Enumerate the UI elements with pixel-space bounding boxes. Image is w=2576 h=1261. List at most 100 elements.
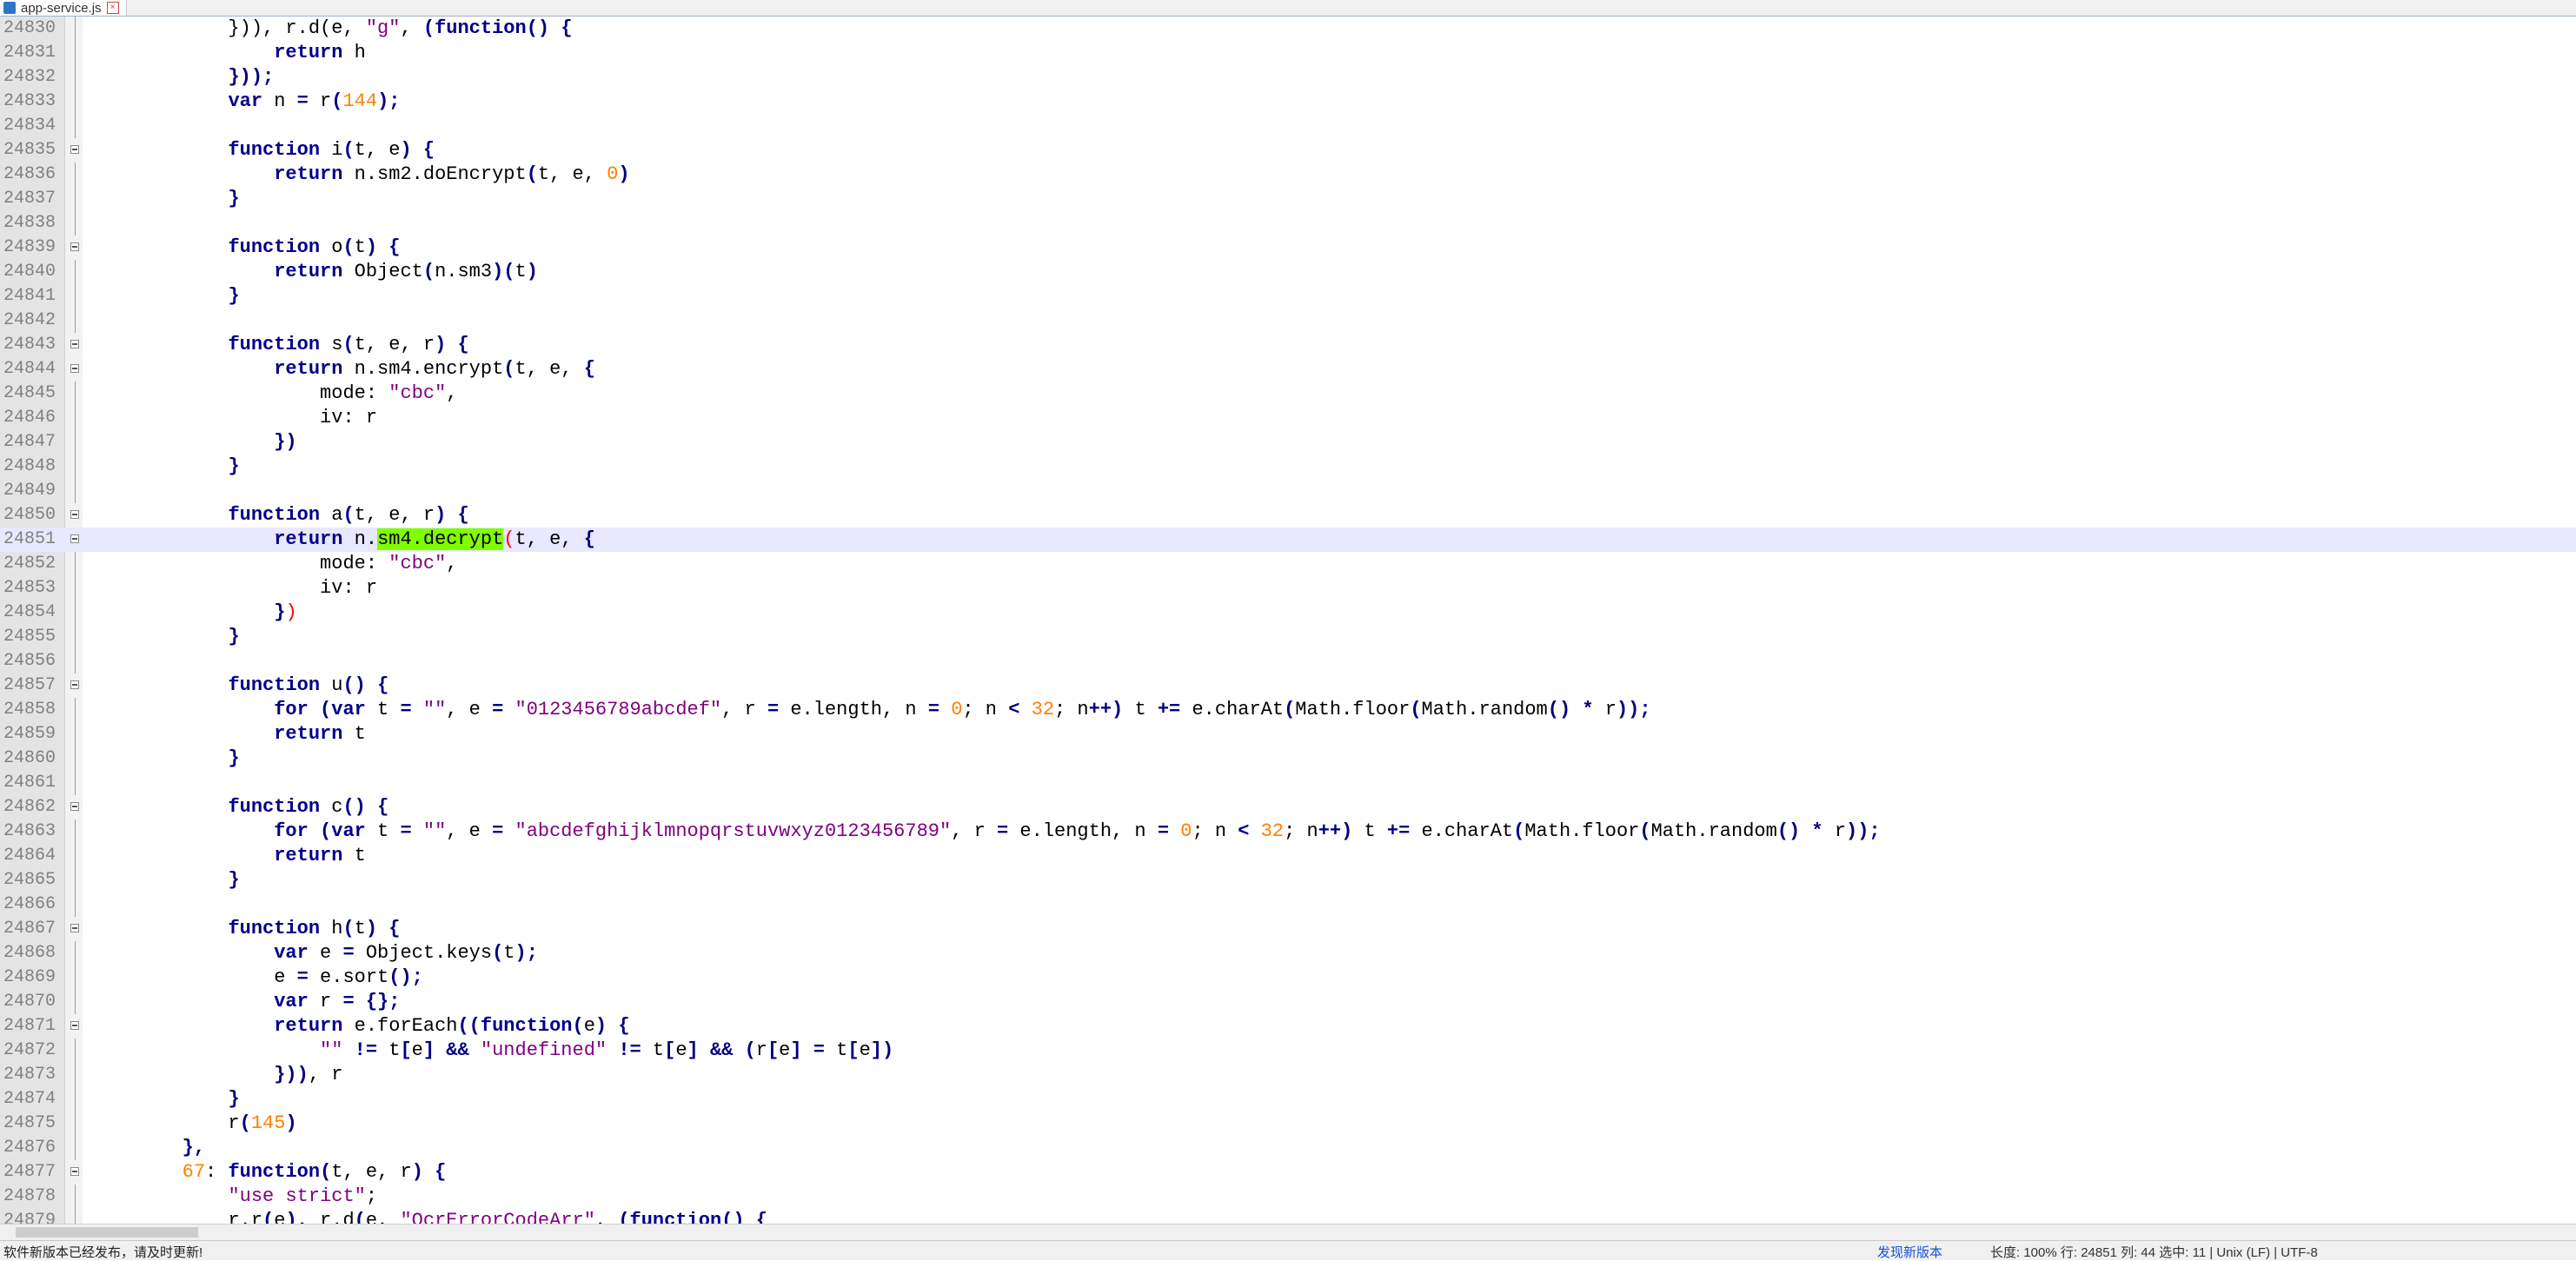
fold-toggle-icon[interactable] xyxy=(70,242,79,251)
code-line[interactable]: 24878 "use strict"; xyxy=(0,1185,2576,1209)
fold-toggle-icon[interactable] xyxy=(70,534,79,543)
code-line[interactable]: 24876 }, xyxy=(0,1136,2576,1160)
code-line[interactable]: 24867 function h(t) { xyxy=(0,917,2576,941)
code-line[interactable]: 24840 return Object(n.sm3)(t) xyxy=(0,260,2576,284)
code-line[interactable]: 24854 }) xyxy=(0,601,2576,625)
code-line[interactable]: 24847 }) xyxy=(0,430,2576,455)
fold-guide xyxy=(75,1063,76,1087)
line-number: 24840 xyxy=(3,262,56,282)
tab-app-service[interactable]: app-service.js × xyxy=(0,0,127,16)
code-line[interactable]: 24844 return n.sm4.encrypt(t, e, { xyxy=(0,357,2576,382)
code-text: iv: r xyxy=(90,407,378,428)
code-line[interactable]: 24845 mode: "cbc", xyxy=(0,382,2576,406)
line-number: 24830 xyxy=(3,18,56,38)
code-text: } xyxy=(228,747,240,769)
code-line[interactable]: 24863 for (var t = "", e = "abcdefghijkl… xyxy=(0,820,2576,844)
code-line[interactable]: 24830 })), r.d(e, "g", (function() { xyxy=(0,17,2576,41)
code-line[interactable]: 24877 67: function(t, e, r) { xyxy=(0,1160,2576,1185)
code-line[interactable]: 24843 function s(t, e, r) { xyxy=(0,333,2576,357)
line-number: 24865 xyxy=(3,870,56,890)
code-line[interactable]: 24860 } xyxy=(0,747,2576,771)
line-number: 24870 xyxy=(3,992,56,1012)
code-line[interactable]: 24864 return t xyxy=(0,844,2576,868)
code-line[interactable]: 24839 function o(t) { xyxy=(0,236,2576,260)
code-line[interactable]: 24852 mode: "cbc", xyxy=(0,552,2576,576)
code-line[interactable]: 24850 function a(t, e, r) { xyxy=(0,503,2576,528)
code-line[interactable]: 24856 xyxy=(0,649,2576,674)
code-line[interactable]: 24838 xyxy=(0,211,2576,236)
code-line[interactable]: 24853 iv: r xyxy=(0,576,2576,601)
fold-guide xyxy=(75,41,76,65)
code-line[interactable]: 24848 } xyxy=(0,455,2576,479)
line-number: 24852 xyxy=(3,554,56,574)
code-line[interactable]: 24855 } xyxy=(0,625,2576,649)
code-line[interactable]: 24870 var r = {}; xyxy=(0,990,2576,1014)
code-line[interactable]: 24869 e = e.sort(); xyxy=(0,966,2576,990)
status-bar: 软件新版本已经发布，请及时更新! 发现新版本 长度: 100% 行: 24851… xyxy=(0,1240,2576,1260)
fold-toggle-icon[interactable] xyxy=(70,924,79,932)
code-line[interactable]: 24874 } xyxy=(0,1087,2576,1112)
code-text: mode: "cbc", xyxy=(90,382,458,404)
code-editor[interactable]: 24830 })), r.d(e, "g", (function() {2483… xyxy=(0,17,2576,1224)
line-number: 24849 xyxy=(3,481,56,501)
code-line[interactable]: 24842 xyxy=(0,309,2576,333)
close-icon[interactable]: × xyxy=(106,2,119,14)
fold-guide xyxy=(75,455,76,479)
code-line[interactable]: 24861 xyxy=(0,771,2576,795)
code-line[interactable]: 24868 var e = Object.keys(t); xyxy=(0,941,2576,966)
fold-guide xyxy=(75,309,76,333)
fold-guide xyxy=(75,260,76,284)
fold-toggle-icon[interactable] xyxy=(70,802,79,811)
fold-guide xyxy=(75,1087,76,1112)
fold-toggle-icon[interactable] xyxy=(70,364,79,373)
fold-guide xyxy=(75,868,76,893)
code-line[interactable]: 24832 })); xyxy=(0,65,2576,90)
code-line[interactable]: 24871 return e.forEach((function(e) { xyxy=(0,1014,2576,1039)
fold-guide xyxy=(75,1209,76,1224)
code-line[interactable]: 24837 } xyxy=(0,187,2576,211)
fold-toggle-icon[interactable] xyxy=(70,340,79,348)
code-line[interactable]: 24831 return h xyxy=(0,41,2576,65)
code-line[interactable]: 24859 return t xyxy=(0,722,2576,747)
line-number: 24838 xyxy=(3,213,56,233)
code-line[interactable]: 24858 for (var t = "", e = "0123456789ab… xyxy=(0,698,2576,722)
code-line[interactable]: 24835 function i(t, e) { xyxy=(0,138,2576,163)
code-text: return h xyxy=(274,42,366,63)
code-text: mode: "cbc", xyxy=(90,553,458,574)
code-text: for (var t = "", e = "abcdefghijklmnopqr… xyxy=(274,820,1881,842)
code-line[interactable]: 24846 iv: r xyxy=(0,406,2576,430)
code-text: iv: r xyxy=(90,577,378,599)
code-line[interactable]: 24851 return n.sm4.decrypt(t, e, { xyxy=(0,528,2576,552)
line-number: 24875 xyxy=(3,1113,56,1133)
fold-guide xyxy=(75,382,76,406)
code-line[interactable]: 24834 xyxy=(0,114,2576,138)
code-line[interactable]: 24875 r(145) xyxy=(0,1112,2576,1136)
fold-toggle-icon[interactable] xyxy=(70,1167,79,1176)
code-line[interactable]: 24833 var n = r(144); xyxy=(0,90,2576,114)
fold-guide xyxy=(75,698,76,722)
code-line[interactable]: 24857 function u() { xyxy=(0,674,2576,698)
scrollbar-thumb[interactable] xyxy=(16,1227,198,1238)
code-line[interactable]: 24836 return n.sm2.doEncrypt(t, e, 0) xyxy=(0,163,2576,187)
code-line[interactable]: 24873 })), r xyxy=(0,1063,2576,1087)
code-line[interactable]: 24849 xyxy=(0,479,2576,503)
code-line[interactable]: 24865 } xyxy=(0,868,2576,893)
fold-guide xyxy=(75,844,76,868)
code-line[interactable]: 24872 "" != t[e] && "undefined" != t[e] … xyxy=(0,1039,2576,1063)
line-number: 24847 xyxy=(3,432,56,452)
code-line[interactable]: 24862 function c() { xyxy=(0,795,2576,820)
horizontal-scrollbar[interactable] xyxy=(0,1224,2576,1240)
code-line[interactable]: 24841 } xyxy=(0,284,2576,309)
code-line[interactable]: 24879 r.r(e), r.d(e, "OcrErrorCodeArr", … xyxy=(0,1209,2576,1224)
fold-toggle-icon[interactable] xyxy=(70,1021,79,1030)
code-text: "use strict"; xyxy=(228,1185,378,1207)
code-line[interactable]: 24866 xyxy=(0,893,2576,917)
fold-toggle-icon[interactable] xyxy=(70,680,79,689)
code-text: return n.sm2.doEncrypt(t, e, 0) xyxy=(274,163,630,185)
update-link[interactable]: 发现新版本 xyxy=(1877,1243,1942,1261)
fold-toggle-icon[interactable] xyxy=(70,510,79,519)
code-text: function o(t) { xyxy=(228,236,401,258)
fold-toggle-icon[interactable] xyxy=(70,145,79,154)
code-text: var n = r(144); xyxy=(228,90,401,112)
line-number: 24873 xyxy=(3,1065,56,1085)
